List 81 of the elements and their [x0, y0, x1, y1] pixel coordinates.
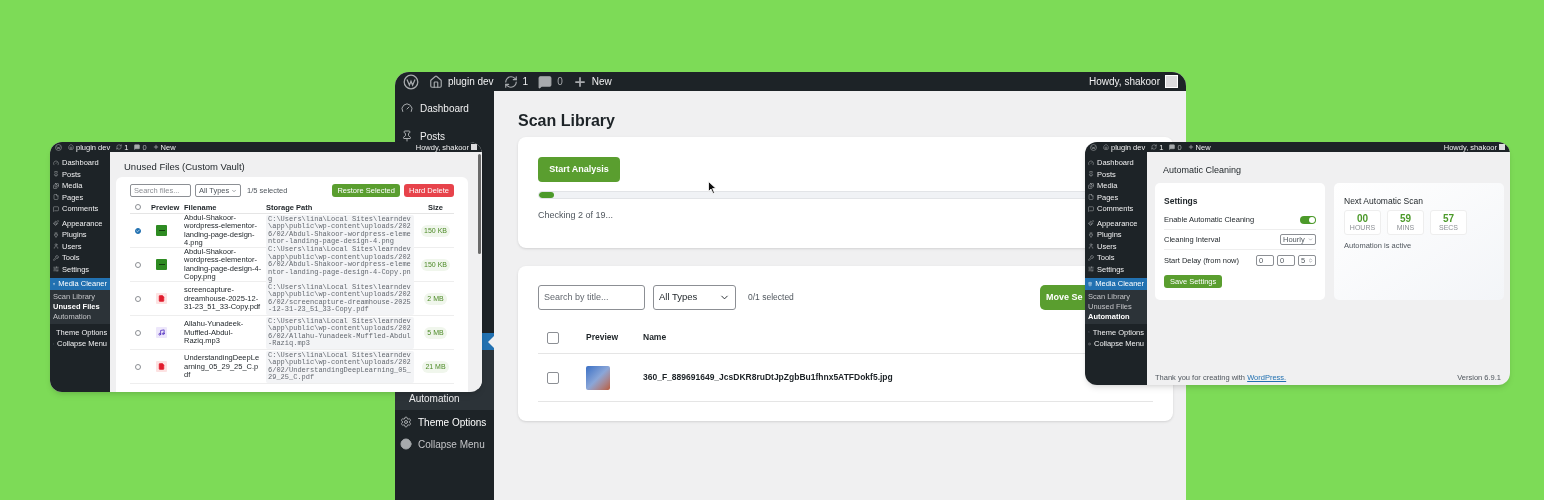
checkbox[interactable] [135, 261, 141, 268]
mouse-pointer-icon [708, 181, 717, 194]
avatar-icon [1499, 144, 1505, 150]
spinner-icon [1308, 257, 1313, 263]
sliders-icon [1088, 266, 1094, 273]
progress-status: Checking 2 of 19... [538, 209, 614, 222]
images-icon [1088, 182, 1094, 189]
pin-icon [401, 130, 413, 142]
sliders-icon [53, 266, 59, 273]
chevron-down-icon [231, 187, 237, 194]
checkbox[interactable] [547, 331, 559, 344]
logo-icon[interactable] [403, 73, 419, 90]
search-field[interactable]: Search by title... [538, 285, 645, 310]
countdown-value: 57 [1442, 213, 1455, 225]
comment-icon [134, 144, 141, 150]
home-icon [68, 144, 74, 150]
user-icon [1088, 243, 1094, 250]
type-filter-select[interactable]: All Types [653, 285, 736, 310]
column-header: Preview [586, 331, 620, 344]
photo-placeholder [586, 365, 610, 390]
home-icon [429, 74, 443, 89]
page-icon [53, 194, 59, 201]
comment-icon [538, 74, 553, 89]
images-icon [53, 182, 59, 189]
logo-icon[interactable] [1090, 143, 1097, 151]
column-header: Name [643, 331, 667, 344]
paintbrush-icon [1088, 220, 1094, 227]
menu-item[interactable]: Theme Options [395, 410, 494, 434]
plus-icon [1187, 144, 1194, 150]
plug-icon [1088, 231, 1094, 238]
comment-icon [53, 205, 59, 212]
new-link[interactable]: New [572, 74, 612, 89]
page-icon [1088, 194, 1094, 201]
dashboard-icon [53, 159, 59, 166]
checkbox[interactable] [135, 295, 141, 302]
checkbox[interactable] [135, 363, 141, 370]
checkbox[interactable] [547, 371, 559, 384]
submenu-item[interactable]: Automation [395, 389, 494, 407]
refresh-icon [1151, 144, 1158, 150]
settings-icon [400, 416, 412, 428]
updates-link[interactable]: 1 [503, 74, 529, 89]
refresh-icon [503, 74, 518, 89]
user-icon [53, 243, 59, 250]
greeting-link[interactable]: Howdy, shakoor [1089, 74, 1178, 89]
wrench-icon [1088, 254, 1094, 261]
checkbox[interactable] [135, 204, 141, 211]
file-name: 360_F_889691649_JcsDKR8ruDtJpZgbBu1fhnx5ATFDokf5.jpg [643, 371, 893, 384]
comments-link[interactable]: 0 [538, 74, 563, 89]
plug-icon [53, 231, 59, 238]
countdown-value: 59 [1399, 213, 1412, 225]
plus-icon [572, 74, 587, 89]
pin-icon [1088, 171, 1094, 178]
toggle-switch[interactable] [1300, 215, 1316, 224]
checkbox[interactable] [135, 227, 141, 234]
menu-item[interactable]: Dashboard [395, 102, 494, 114]
trash-icon [1088, 280, 1093, 287]
menu-item[interactable]: Collapse Menu [395, 434, 494, 454]
card-title: Settings [1164, 194, 1198, 208]
page-title: Scan Library [518, 111, 615, 131]
menu-item[interactable]: Posts [395, 130, 494, 142]
page-title: Unused Files (Custom Vault) [123, 160, 245, 174]
pin-icon [53, 171, 59, 178]
site-link[interactable]: plugin dev [429, 74, 494, 89]
selection-count: 0/1 selected [748, 291, 794, 304]
home-icon [1103, 144, 1109, 150]
avatar-icon [1165, 75, 1178, 88]
page-title: Automatic Cleaning [1162, 164, 1242, 177]
comment-icon [1169, 144, 1176, 150]
avatar-icon [471, 144, 477, 150]
logo-icon[interactable] [55, 143, 62, 151]
dashboard-icon [1088, 159, 1094, 166]
chevron-down-icon [1308, 237, 1313, 243]
dashboard-icon [401, 102, 413, 114]
wrench-icon [53, 254, 59, 261]
plus-icon [152, 144, 159, 150]
card-title: Next Automatic Scan [1344, 194, 1423, 208]
comment-icon [1088, 205, 1094, 212]
refresh-icon [116, 144, 123, 150]
checkbox[interactable] [135, 329, 141, 336]
paintbrush-icon [53, 220, 59, 227]
countdown-value: 00 [1356, 213, 1369, 225]
